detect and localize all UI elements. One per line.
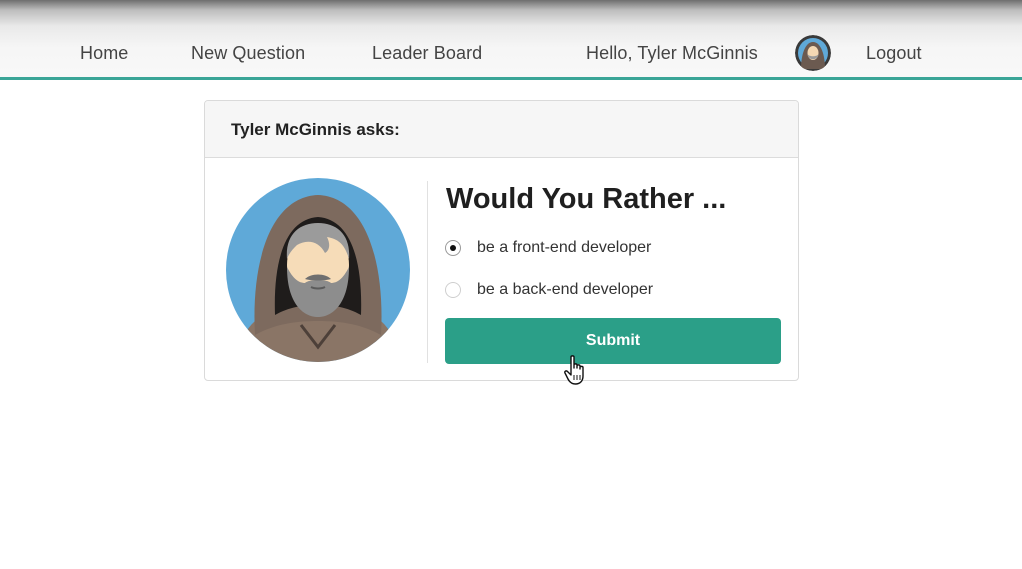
- submit-button[interactable]: Submit: [445, 318, 781, 364]
- radio-checked-icon[interactable]: [445, 240, 461, 256]
- hand-pointer-icon: [563, 354, 589, 386]
- option-front-end[interactable]: be a front-end developer: [445, 237, 651, 259]
- top-nav: Home New Question Leader Board Hello, Ty…: [0, 0, 1022, 80]
- hooded-man-avatar-icon: [223, 175, 413, 365]
- option-label: be a front-end developer: [477, 239, 652, 256]
- question-card: Tyler McGinnis asks: Would You Rather ..…: [204, 100, 799, 381]
- card-header: Tyler McGinnis asks:: [205, 101, 798, 158]
- user-avatar-icon: [795, 35, 831, 71]
- nav-new-question-link[interactable]: New Question: [191, 43, 305, 64]
- nav-home-link[interactable]: Home: [80, 43, 128, 64]
- page: Home New Question Leader Board Hello, Ty…: [0, 0, 1022, 569]
- option-label: be a back-end developer: [477, 281, 654, 298]
- user-greeting: Hello, Tyler McGinnis: [586, 43, 758, 63]
- option-back-end[interactable]: be a back-end developer: [445, 279, 653, 301]
- nav-leader-board-link[interactable]: Leader Board: [372, 43, 482, 64]
- card-divider: [427, 181, 428, 363]
- question-title: Would You Rather ...: [446, 183, 727, 215]
- radio-unchecked-icon[interactable]: [445, 282, 461, 298]
- logout-link[interactable]: Logout: [866, 43, 922, 64]
